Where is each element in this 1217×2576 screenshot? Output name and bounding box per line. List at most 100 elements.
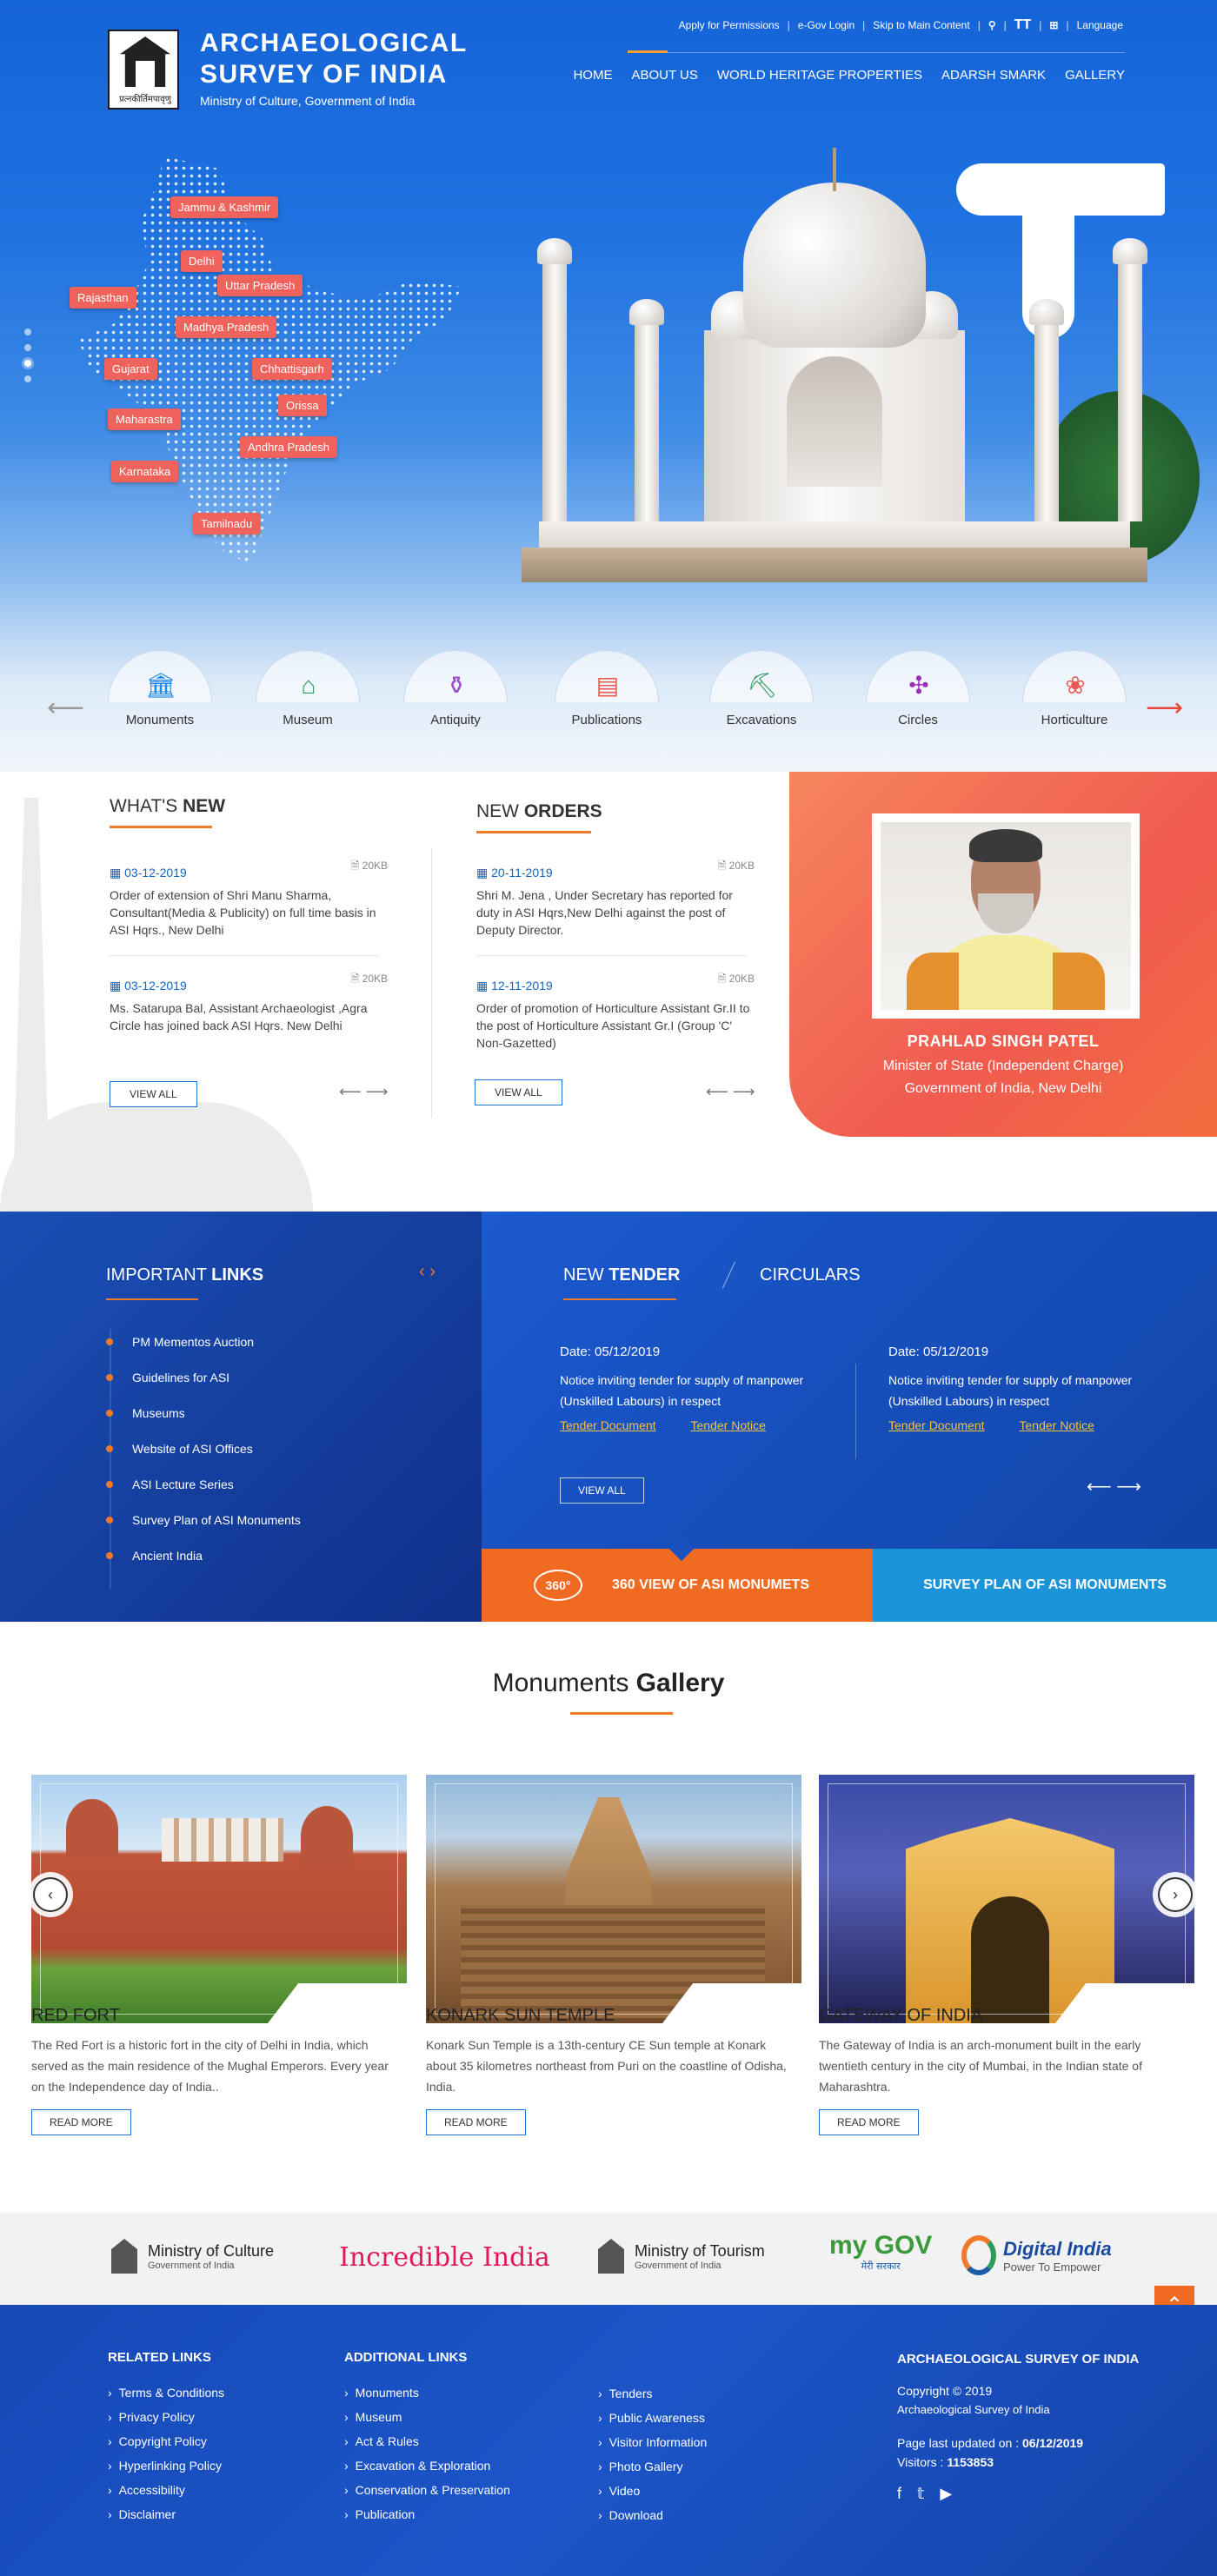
facebook-icon[interactable]: f — [897, 2485, 917, 2502]
survey-plan-banner[interactable]: SURVEY PLAN OF ASI MONUMENTS — [873, 1549, 1217, 1622]
slider-dot-active[interactable] — [24, 360, 31, 367]
footer-link[interactable]: Tenders — [598, 2387, 707, 2411]
state-tag-gujarat[interactable]: Gujarat — [104, 358, 157, 380]
nav-adarsh-smark[interactable]: ADARSH SMARK — [941, 68, 1046, 83]
footer-link[interactable]: Copyright Policy — [108, 2434, 224, 2459]
link-survey-plan[interactable]: Survey Plan of ASI Monuments — [106, 1511, 301, 1547]
state-tag-jammu-kashmir[interactable]: Jammu & Kashmir — [170, 196, 279, 218]
egov-login-link[interactable]: e-Gov Login — [798, 19, 855, 31]
red-fort-image[interactable] — [31, 1775, 407, 2023]
footer-link[interactable]: Act & Rules — [344, 2434, 510, 2459]
incredible-india-logo[interactable]: Incredible India — [339, 2242, 550, 2273]
tender-view-all-button[interactable]: VIEW ALL — [560, 1477, 644, 1504]
footer-link[interactable]: Visitor Information — [598, 2435, 708, 2460]
footer-link[interactable]: Accessibility — [108, 2483, 224, 2507]
youtube-icon[interactable]: ▶ — [940, 2485, 968, 2502]
nav-home[interactable]: HOME — [573, 68, 612, 83]
tab-circulars[interactable]: CIRCULARS — [760, 1265, 861, 1285]
sitemap-icon[interactable]: ⊞ — [1049, 19, 1058, 31]
link-guidelines[interactable]: Guidelines for ASI — [106, 1369, 301, 1404]
link-museums[interactable]: Museums — [106, 1404, 301, 1440]
footer-link[interactable]: Museum — [344, 2410, 510, 2434]
twitter-icon[interactable]: 𝕥 — [917, 2485, 940, 2502]
nav-about-us[interactable]: ABOUT US — [631, 68, 697, 83]
important-links-pager[interactable]: ‹ › — [419, 1262, 436, 1282]
state-tag-madhya-pradesh[interactable]: Madhya Pradesh — [176, 316, 277, 338]
category-monuments[interactable]: 🏛 Monuments — [108, 650, 212, 746]
text-size-icon[interactable]: TT — [1014, 17, 1032, 33]
state-tag-delhi[interactable]: Delhi — [181, 250, 223, 272]
gateway-of-india-image[interactable] — [819, 1775, 1194, 2023]
new-orders-view-all-button[interactable]: VIEW ALL — [475, 1079, 562, 1105]
nav-world-heritage[interactable]: WORLD HERITAGE PROPERTIES — [717, 68, 922, 83]
state-tag-uttar-pradesh[interactable]: Uttar Pradesh — [217, 275, 303, 296]
footer-link[interactable]: Video — [598, 2484, 707, 2508]
view-360-icon: 360° — [534, 1570, 582, 1601]
footer-link[interactable]: Conservation & Preservation — [344, 2483, 510, 2507]
footer-link[interactable]: Excavation & Exploration — [344, 2459, 510, 2483]
category-publications[interactable]: ▤ Publications — [555, 650, 659, 746]
category-horticulture[interactable]: ❀ Horticulture — [1022, 650, 1127, 746]
category-antiquity[interactable]: ⚱ Antiquity — [403, 650, 508, 746]
tender-pager[interactable]: ⟵ ⟶ — [1087, 1476, 1141, 1497]
slider-dot[interactable] — [24, 329, 31, 335]
tender-document-link[interactable]: Tender Document — [560, 1418, 656, 1432]
state-tag-karnataka[interactable]: Karnataka — [111, 461, 179, 482]
state-tag-andhra-pradesh[interactable]: Andhra Pradesh — [240, 436, 337, 458]
read-more-button[interactable]: READ MORE — [31, 2109, 131, 2135]
asi-logo[interactable]: प्रत्नकीर्तिमपावृणु — [108, 30, 179, 110]
slider-dot[interactable] — [24, 375, 31, 382]
state-tag-rajasthan[interactable]: Rajasthan — [70, 287, 136, 309]
language-link[interactable]: Language — [1077, 19, 1123, 31]
tab-new-tender[interactable]: NEW TENDER — [563, 1265, 680, 1285]
state-tag-maharastra[interactable]: Maharastra — [108, 408, 181, 430]
new-orders-title: NEW ORDERS — [476, 801, 602, 821]
state-tag-orissa[interactable]: Orissa — [278, 395, 327, 416]
footer-link[interactable]: Photo Gallery — [598, 2460, 707, 2484]
link-pm-mementos[interactable]: PM Mementos Auction — [106, 1333, 301, 1369]
mygov-logo[interactable]: my GOV मेरी सरकार — [829, 2232, 932, 2273]
footer-link[interactable]: Hyperlinking Policy — [108, 2459, 224, 2483]
new-orders-pager[interactable]: ⟵ ⟶ — [706, 1083, 755, 1101]
view-360-banner[interactable]: 360° 360 VIEW OF ASI MONUMETS — [482, 1536, 873, 1622]
apply-permissions-link[interactable]: Apply for Permissions — [679, 19, 780, 31]
category-circles[interactable]: ✣ Circles — [866, 650, 970, 746]
footer-link[interactable]: Monuments — [344, 2386, 510, 2410]
footer-link[interactable]: Download — [598, 2508, 707, 2533]
read-more-button[interactable]: READ MORE — [819, 2109, 919, 2135]
footer-link[interactable]: Public Awareness — [598, 2411, 707, 2435]
whats-new-item[interactable]: 🗎 20KB ▦ 03-12-2019 Ms. Satarupa Bal, As… — [110, 973, 388, 1034]
link-ancient-india[interactable]: Ancient India — [106, 1547, 301, 1583]
state-tag-chhattisgarh[interactable]: Chhattisgarh — [252, 358, 332, 380]
footer-link[interactable]: Terms & Conditions — [108, 2386, 224, 2410]
whats-new-view-all-button[interactable]: VIEW ALL — [110, 1081, 197, 1107]
tender-notice-link[interactable]: Tender Notice — [1020, 1418, 1094, 1432]
whats-new-pager[interactable]: ⟵ ⟶ — [339, 1083, 389, 1101]
gallery-prev-button[interactable]: ‹ — [33, 1877, 68, 1912]
tender-document-link[interactable]: Tender Document — [888, 1418, 985, 1432]
footer-link[interactable]: Disclaimer — [108, 2507, 224, 2532]
nav-gallery[interactable]: GALLERY — [1065, 68, 1125, 83]
news-text: Ms. Satarupa Bal, Assistant Archaeologis… — [110, 1001, 368, 1032]
ministry-of-culture-logo[interactable]: Ministry of Culture Government of India — [111, 2239, 274, 2274]
link-lecture-series[interactable]: ASI Lecture Series — [106, 1476, 301, 1511]
category-excavations[interactable]: ⛏ Excavations — [709, 650, 814, 746]
tender-notice-link[interactable]: Tender Notice — [691, 1418, 766, 1432]
link-asi-offices[interactable]: Website of ASI Offices — [106, 1440, 301, 1476]
new-orders-item[interactable]: 🗎 20KB ▦ 20-11-2019 Shri M. Jena , Under… — [476, 860, 755, 939]
konark-image[interactable] — [426, 1775, 801, 2023]
digital-india-logo[interactable]: Digital India Power To Empower — [961, 2235, 1112, 2275]
whats-new-item[interactable]: 🗎 20KB ▦ 03-12-2019 Order of extension o… — [110, 860, 388, 939]
read-more-button[interactable]: READ MORE — [426, 2109, 526, 2135]
slider-dot[interactable] — [24, 344, 31, 351]
gallery-next-button[interactable]: › — [1158, 1877, 1193, 1912]
footer-link[interactable]: Privacy Policy — [108, 2410, 224, 2434]
column-divider — [431, 848, 432, 1118]
ministry-of-tourism-logo[interactable]: Ministry of Tourism Government of India — [598, 2239, 765, 2274]
new-orders-item[interactable]: 🗎 20KB ▦ 12-11-2019 Order of promotion o… — [476, 973, 755, 1052]
footer-link[interactable]: Publication — [344, 2507, 510, 2532]
state-tag-tamilnadu[interactable]: Tamilnadu — [193, 513, 261, 534]
search-icon[interactable]: ⚲ — [988, 19, 996, 31]
skip-content-link[interactable]: Skip to Main Content — [873, 19, 969, 31]
category-museum[interactable]: ⌂ Museum — [256, 650, 360, 746]
